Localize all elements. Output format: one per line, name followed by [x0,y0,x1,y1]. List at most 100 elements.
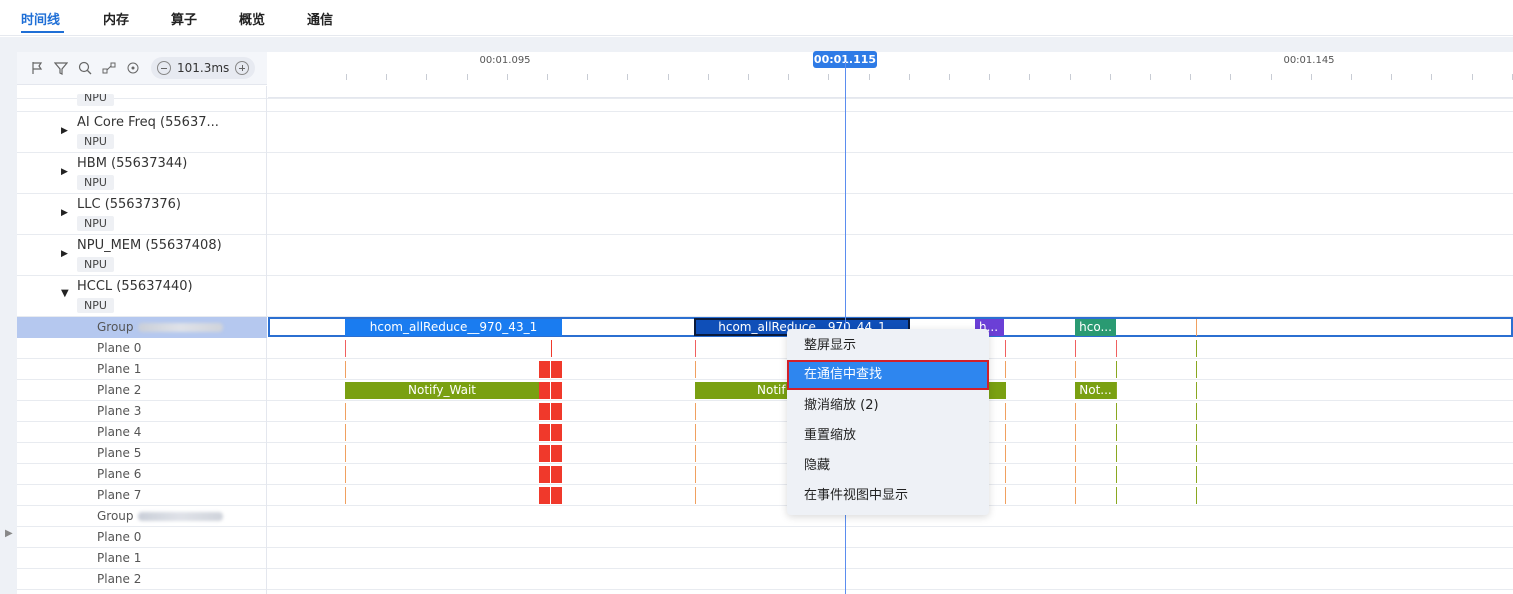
notify-wait-block[interactable]: Notify_Wait [345,382,539,399]
slice-marker[interactable] [1116,466,1117,483]
filter-icon[interactable] [53,60,69,76]
tick-label: 00:01.145 [1283,55,1335,66]
red-slice-block[interactable] [539,445,550,462]
slice-marker[interactable] [1196,340,1197,357]
slice-marker[interactable] [1116,361,1117,378]
slice-marker[interactable] [1196,466,1197,483]
menu-item-hide[interactable]: 隐藏 [787,451,989,481]
slice-marker[interactable] [695,466,696,483]
red-slice-block[interactable] [539,361,550,378]
slice-marker[interactable] [1116,340,1117,357]
slice-marker[interactable] [1075,445,1076,462]
red-slice-block[interactable] [551,424,562,441]
slice-marker[interactable] [1075,466,1076,483]
red-slice-block[interactable] [551,487,562,504]
tab-operator[interactable]: 算子 [171,9,197,28]
target-icon[interactable] [125,60,141,76]
menu-item-fit-screen[interactable]: 整屏显示 [787,331,989,361]
slice-marker[interactable] [1196,445,1197,462]
search-icon[interactable] [77,60,93,76]
ruler-tick [1190,74,1192,80]
expand-arrow-icon[interactable]: ▶ [61,249,68,259]
red-slice-block[interactable] [539,466,550,483]
tab-bar: 时间线 内存 算子 概览 通信 [0,0,1513,36]
menu-item-show-in-event-view[interactable]: 在事件视图中显示 [787,481,989,511]
row-label: Plane 6 [97,467,142,481]
slice-marker[interactable] [345,487,346,504]
slice-marker[interactable] [1075,340,1076,357]
slice-marker[interactable] [1116,424,1117,441]
slice-marker[interactable] [1196,361,1197,378]
notify-wait-block[interactable] [989,382,1006,399]
slice-marker[interactable] [1005,403,1006,420]
slice-marker[interactable] [1196,382,1197,399]
red-slice-block[interactable] [551,403,562,420]
slice-marker[interactable] [1196,403,1197,420]
menu-item-undo-zoom[interactable]: 撤消缩放 (2) [787,391,989,421]
slice-marker[interactable] [1075,424,1076,441]
slice-marker[interactable] [345,403,346,420]
tab-communication[interactable]: 通信 [307,9,333,28]
slice-marker[interactable] [551,340,552,357]
tab-timeline[interactable]: 时间线 [21,9,60,28]
slice-marker[interactable] [1116,403,1117,420]
slice-marker[interactable] [345,340,346,357]
slice-marker[interactable] [1196,487,1197,504]
flag-icon[interactable] [29,60,45,76]
expand-arrow-icon[interactable]: ▶ [61,208,68,218]
red-slice-block[interactable] [539,487,550,504]
notify-wait-block[interactable]: Notif [695,382,790,399]
expand-sidebar-icon: ▶ [5,528,13,539]
time-ruler[interactable]: 00:01.095 00:01.145 [268,52,1513,98]
slice-marker[interactable] [695,445,696,462]
link-icon[interactable] [101,60,117,76]
slice-marker[interactable] [1005,487,1006,504]
slice-marker[interactable] [345,361,346,378]
menu-item-find-in-communication[interactable]: 在通信中查找 [787,360,989,390]
slice-marker[interactable] [1075,361,1076,378]
slice-block[interactable]: hcom_allReduce__970_43_1 [345,319,562,336]
zoom-in-icon[interactable] [235,61,250,75]
sidebar-toggle[interactable]: ▶ [0,492,16,576]
slice-marker[interactable] [695,361,696,378]
ruler-tick [1029,74,1031,80]
zoom-out-icon[interactable] [157,61,171,75]
slice-marker[interactable] [695,403,696,420]
slice-marker[interactable] [695,424,696,441]
slice-marker[interactable] [1075,403,1076,420]
collapse-arrow-icon[interactable]: ▼ [61,288,69,299]
slice-marker[interactable] [1116,487,1117,504]
slice-marker[interactable] [1196,319,1197,336]
process-name: NPU_MEM (55637408) [77,238,222,253]
slice-marker[interactable] [1005,361,1006,378]
red-slice-block[interactable] [551,466,562,483]
slice-block[interactable]: hco... [1075,319,1116,336]
slice-marker[interactable] [1196,424,1197,441]
ruler-tick [1351,74,1352,80]
slice-marker[interactable] [1005,424,1006,441]
slice-marker[interactable] [695,487,696,504]
slice-marker[interactable] [345,466,346,483]
slice-marker[interactable] [1005,466,1006,483]
red-slice-block[interactable] [551,382,562,399]
slice-marker[interactable] [1116,382,1117,399]
tab-memory[interactable]: 内存 [103,9,129,28]
red-slice-block[interactable] [539,403,550,420]
red-slice-block[interactable] [551,445,562,462]
notify-wait-block[interactable]: Not... [1075,382,1116,399]
slice-marker[interactable] [1005,340,1006,357]
slice-marker[interactable] [1075,487,1076,504]
expand-arrow-icon[interactable]: ▶ [61,126,68,136]
row-label: Plane 1 [97,551,142,565]
tab-summary[interactable]: 概览 [239,9,265,28]
slice-marker[interactable] [1116,445,1117,462]
slice-marker[interactable] [1005,445,1006,462]
red-slice-block[interactable] [551,361,562,378]
expand-arrow-icon[interactable]: ▶ [61,167,68,177]
slice-marker[interactable] [345,445,346,462]
red-slice-block[interactable] [539,424,550,441]
red-slice-block[interactable] [539,382,550,399]
slice-marker[interactable] [345,424,346,441]
menu-item-reset-zoom[interactable]: 重置缩放 [787,421,989,451]
slice-marker[interactable] [695,340,696,357]
